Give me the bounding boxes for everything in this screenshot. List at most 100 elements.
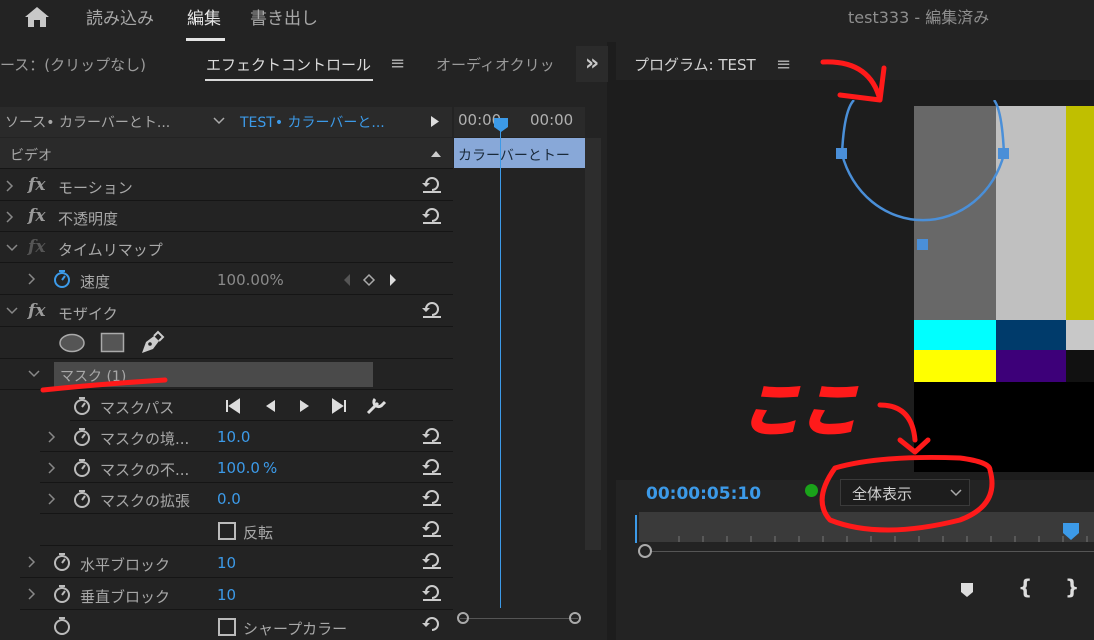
property-row-vertical-blocks[interactable]: 垂直ブロック 10	[20, 578, 453, 610]
expand-chevron-icon[interactable]	[48, 493, 56, 505]
active-panel-underline	[205, 79, 373, 81]
fx-icon[interactable]: fx	[28, 301, 45, 321]
reset-icon[interactable]	[422, 552, 442, 570]
tab-effect-controls[interactable]: エフェクトコントロール	[206, 54, 371, 75]
stopwatch-icon[interactable]	[73, 458, 91, 478]
effect-row-time-remap[interactable]: fx タイムリマップ	[0, 232, 453, 263]
stopwatch-icon[interactable]	[53, 584, 71, 604]
play-arrow-icon[interactable]	[430, 115, 440, 128]
speed-value[interactable]: 100.00%	[217, 271, 284, 289]
effect-time-remap-label: タイムリマップ	[58, 241, 163, 259]
tab-audio-clip-mixer[interactable]: オーディオクリッ	[436, 54, 576, 75]
expand-chevron-icon[interactable]	[48, 431, 56, 443]
fx-icon[interactable]: fx	[28, 175, 45, 195]
mask-ellipse-overlay[interactable]	[834, 100, 1014, 255]
mask-tracking-controls[interactable]	[225, 396, 395, 416]
tab-import[interactable]: 読み込み	[86, 4, 154, 29]
reset-icon[interactable]	[422, 489, 442, 507]
panel-menu-icon[interactable]: ≡	[390, 53, 405, 74]
reset-icon[interactable]	[422, 458, 442, 476]
mask-tools-row	[0, 327, 453, 359]
mark-out-icon[interactable]: }	[1065, 575, 1079, 599]
effect-opacity-label: 不透明度	[58, 210, 119, 228]
expand-chevron-icon[interactable]	[6, 180, 14, 192]
property-row-invert[interactable]: 反転	[40, 514, 453, 546]
collapse-chevron-icon[interactable]	[6, 307, 18, 315]
reset-icon[interactable]	[422, 207, 442, 225]
mask-opacity-value[interactable]: 100.0	[217, 459, 260, 477]
expand-chevron-icon[interactable]	[6, 211, 14, 223]
horizontal-blocks-value[interactable]: 10	[217, 554, 236, 572]
program-playhead[interactable]	[1062, 522, 1080, 542]
collapse-chevron-icon[interactable]	[28, 370, 40, 378]
property-row-speed[interactable]: 速度 100.00%	[0, 263, 453, 295]
colorbar	[996, 350, 1066, 382]
program-zoom-track	[639, 551, 1094, 552]
expand-chevron-icon[interactable]	[28, 273, 36, 285]
property-row-sharp-color[interactable]: シャープカラー	[20, 610, 453, 640]
reset-icon[interactable]	[422, 584, 442, 602]
pen-mask-icon[interactable]	[139, 330, 165, 356]
fx-icon: fx	[28, 237, 46, 257]
effect-row-opacity[interactable]: fx 不透明度	[0, 201, 453, 232]
expand-chevron-icon[interactable]	[48, 462, 56, 474]
mask-row[interactable]: マスク (1)	[0, 359, 453, 390]
reset-icon[interactable]	[422, 301, 442, 319]
program-monitor-title[interactable]: プログラム: TEST	[634, 54, 756, 75]
video-section-header[interactable]: ビデオ	[0, 138, 453, 169]
top-bar: 読み込み 編集 書き出し test333 - 編集済み	[0, 0, 1094, 42]
panel-overflow-icon[interactable]: »	[585, 51, 599, 76]
fx-icon[interactable]: fx	[28, 206, 45, 226]
reset-icon[interactable]	[422, 616, 442, 634]
expand-chevron-icon[interactable]	[28, 588, 36, 600]
ellipse-mask-icon[interactable]	[58, 333, 86, 353]
property-row-mask-opacity[interactable]: マスクの不... 100.0 %	[40, 452, 453, 483]
invert-checkbox[interactable]	[218, 522, 236, 540]
horizontal-zoom-scrollbar[interactable]	[454, 611, 585, 627]
reset-icon[interactable]	[422, 427, 442, 445]
rectangle-mask-icon[interactable]	[100, 332, 125, 353]
reset-icon[interactable]	[422, 176, 442, 194]
effect-row-motion[interactable]: fx モーション	[0, 170, 453, 201]
mask-expansion-value[interactable]: 0.0	[217, 490, 241, 508]
active-tab-underline	[186, 38, 225, 41]
mask-feather-value[interactable]: 10.0	[217, 428, 250, 446]
vertical-scrollbar[interactable]	[585, 138, 601, 550]
keyframe-nav[interactable]	[342, 273, 402, 287]
stopwatch-icon[interactable]	[73, 427, 91, 447]
sharp-color-checkbox[interactable]	[218, 618, 236, 636]
sharp-color-label: シャープカラー	[243, 620, 348, 638]
stopwatch-icon[interactable]	[53, 269, 71, 289]
property-row-mask-expansion[interactable]: マスクの拡張 0.0	[40, 483, 453, 514]
expand-chevron-icon[interactable]	[28, 556, 36, 568]
vertical-blocks-value[interactable]: 10	[217, 586, 236, 604]
colorbar	[1066, 320, 1094, 350]
program-zoom-handle[interactable]	[638, 544, 652, 558]
zoom-level-select[interactable]: 全体表示	[840, 479, 970, 506]
mark-in-icon[interactable]: {	[1018, 575, 1032, 599]
tab-export[interactable]: 書き出し	[250, 4, 318, 29]
stopwatch-icon[interactable]	[53, 552, 71, 572]
collapse-chevron-icon[interactable]	[6, 244, 18, 252]
add-marker-icon[interactable]	[960, 582, 974, 598]
tab-edit[interactable]: 編集	[187, 4, 221, 29]
stopwatch-icon[interactable]	[73, 396, 91, 416]
property-row-mask-feather[interactable]: マスクの境... 10.0	[40, 421, 453, 452]
program-menu-icon[interactable]: ≡	[776, 54, 791, 75]
vertical-blocks-label: 垂直ブロック	[80, 588, 171, 606]
mask-opacity-label: マスクの不...	[100, 461, 190, 479]
home-icon[interactable]	[24, 6, 50, 28]
mask-opacity-unit: %	[263, 459, 278, 477]
tab-source-panel[interactable]: ース：(クリップなし)	[0, 54, 146, 75]
collapse-up-icon[interactable]	[430, 150, 442, 158]
stopwatch-icon[interactable]	[73, 489, 91, 509]
stopwatch-icon[interactable]	[53, 616, 71, 636]
playhead-handle[interactable]	[493, 117, 509, 133]
program-timecode[interactable]: 00:00:05:10	[646, 484, 761, 504]
reset-icon[interactable]	[422, 520, 442, 538]
effect-row-mosaic[interactable]: fx モザイク	[0, 295, 453, 327]
chevron-down-icon	[213, 117, 225, 125]
property-row-mask-path[interactable]: マスクパス	[70, 390, 453, 421]
colorbar	[1066, 350, 1094, 382]
property-row-horizontal-blocks[interactable]: 水平ブロック 10	[20, 546, 453, 578]
